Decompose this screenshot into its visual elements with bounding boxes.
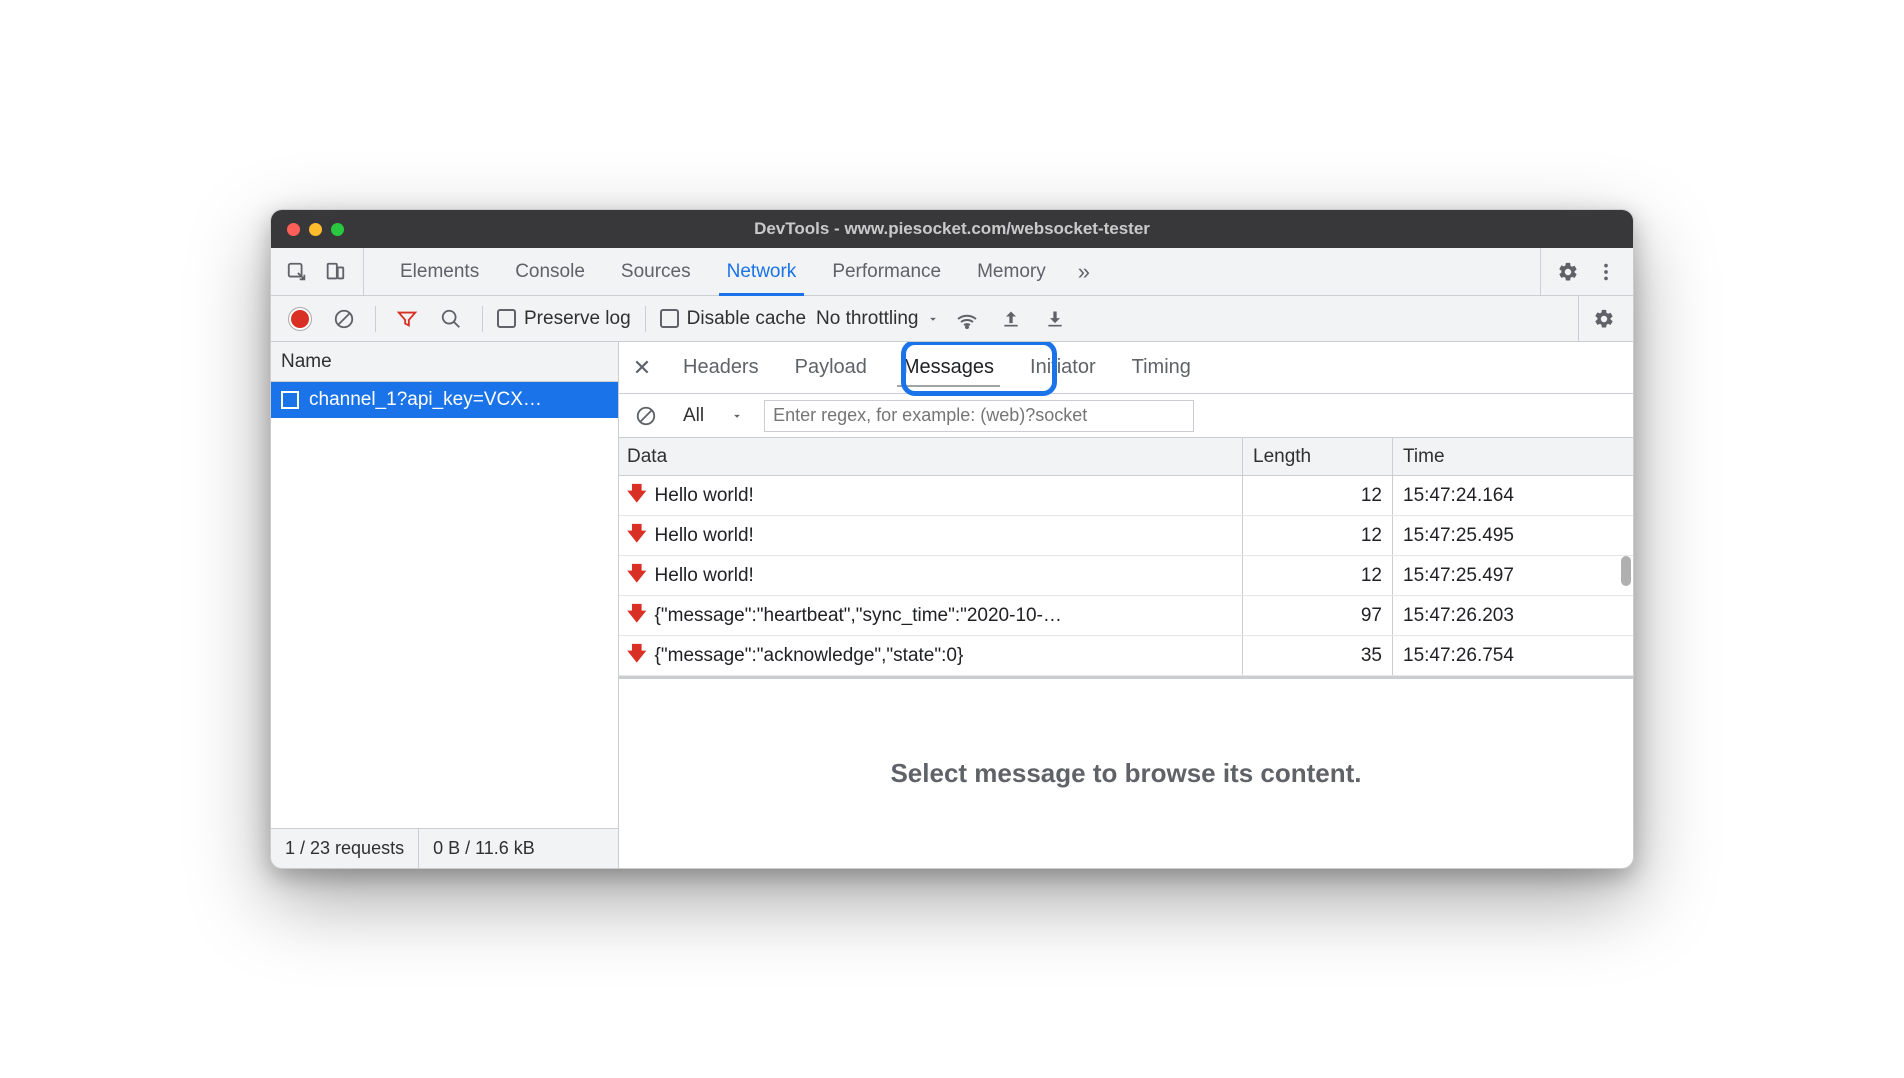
close-detail-button[interactable]: ✕ [625, 351, 659, 385]
message-length: 12 [1243, 556, 1393, 595]
arrow-down-icon: 🡇 [627, 640, 647, 672]
message-time: 15:47:25.497 [1393, 556, 1633, 595]
detail-tab-initiator[interactable]: Initiator [1012, 342, 1114, 393]
message-length: 12 [1243, 516, 1393, 555]
request-list-pane: Name channel_1?api_key=VCX… 1 / 23 reque… [271, 342, 619, 868]
tab-performance[interactable]: Performance [814, 248, 959, 295]
tab-network[interactable]: Network [709, 248, 815, 295]
traffic-lights [271, 223, 344, 236]
kebab-menu-icon[interactable] [1589, 255, 1623, 289]
body-split: Name channel_1?api_key=VCX… 1 / 23 reque… [271, 342, 1633, 868]
maximize-window-button[interactable] [331, 223, 344, 236]
chevron-down-icon [730, 409, 744, 423]
websocket-icon [281, 391, 299, 409]
clear-icon[interactable] [327, 302, 361, 336]
main-tabs-list: Elements Console Sources Network Perform… [382, 248, 1104, 295]
tab-sources[interactable]: Sources [603, 248, 709, 295]
message-row[interactable]: 🡇 Hello world! 1215:47:25.495 [619, 516, 1633, 556]
main-tabs: Elements Console Sources Network Perform… [271, 248, 1633, 296]
detail-tab-payload[interactable]: Payload [777, 342, 885, 393]
detail-pane: ✕ Headers Payload Messages Initiator Tim… [619, 342, 1633, 868]
clear-messages-icon[interactable] [629, 399, 663, 433]
message-data: {"message":"heartbeat","sync_time":"2020… [655, 605, 1062, 627]
message-length: 35 [1243, 636, 1393, 675]
inspect-element-icon[interactable] [281, 256, 313, 288]
window-title: DevTools - www.piesocket.com/websocket-t… [271, 219, 1633, 239]
messages-table: Data Length Time 🡇Hello world!1215:47:24… [619, 438, 1633, 676]
message-data: Hello world! [655, 565, 754, 587]
detail-tab-timing[interactable]: Timing [1114, 342, 1209, 393]
message-length: 12 [1243, 476, 1393, 515]
message-data: Hello world! [655, 485, 754, 507]
search-icon[interactable] [434, 302, 468, 336]
request-list-footer: 1 / 23 requests 0 B / 11.6 kB [271, 828, 618, 868]
record-button[interactable] [283, 302, 317, 336]
messages-table-header: Data Length Time [619, 438, 1633, 476]
arrow-down-icon: 🡇 [627, 600, 647, 632]
message-time: 15:47:24.164 [1393, 476, 1633, 515]
arrow-down-icon: 🡇 [627, 480, 647, 512]
minimize-window-button[interactable] [309, 223, 322, 236]
message-type-filter[interactable]: All [675, 405, 752, 427]
tab-memory[interactable]: Memory [959, 248, 1064, 295]
col-header-length[interactable]: Length [1243, 438, 1393, 475]
footer-request-count: 1 / 23 requests [271, 829, 419, 868]
detail-tabs: ✕ Headers Payload Messages Initiator Tim… [619, 342, 1633, 394]
message-row[interactable]: 🡇 Hello world! 1215:47:25.497 [619, 556, 1633, 596]
col-header-time[interactable]: Time [1393, 438, 1633, 475]
tab-console[interactable]: Console [497, 248, 603, 295]
arrow-down-icon: 🡇 [627, 560, 647, 592]
message-time: 15:47:25.495 [1393, 516, 1633, 555]
filter-icon[interactable] [390, 302, 424, 336]
request-row-selected[interactable]: channel_1?api_key=VCX… [271, 382, 618, 418]
download-har-icon[interactable] [1038, 302, 1072, 336]
devtools-window: DevTools - www.piesocket.com/websocket-t… [270, 209, 1634, 869]
messages-filter-row: All [619, 394, 1633, 438]
network-toolbar: Preserve log Disable cache No throttling [271, 296, 1633, 342]
col-header-data[interactable]: Data [619, 438, 1243, 475]
message-data: Hello world! [655, 525, 754, 547]
network-conditions-icon[interactable] [950, 302, 984, 336]
message-detail-placeholder: Select message to browse its content. [619, 676, 1633, 868]
filter-value: All [683, 405, 704, 427]
network-settings-icon[interactable] [1587, 302, 1621, 336]
tabs-overflow-button[interactable]: » [1064, 259, 1104, 285]
message-row[interactable]: 🡇 Hello world! 1215:47:24.164 [619, 476, 1633, 516]
throttling-select[interactable]: No throttling [816, 308, 940, 330]
titlebar: DevTools - www.piesocket.com/websocket-t… [271, 210, 1633, 248]
arrow-down-icon: 🡇 [627, 520, 647, 552]
settings-icon[interactable] [1551, 255, 1585, 289]
message-time: 15:47:26.754 [1393, 636, 1633, 675]
disable-cache-label: Disable cache [687, 308, 806, 330]
close-window-button[interactable] [287, 223, 300, 236]
upload-har-icon[interactable] [994, 302, 1028, 336]
regex-filter-input[interactable] [764, 400, 1194, 432]
disable-cache-checkbox[interactable]: Disable cache [660, 308, 806, 330]
message-row[interactable]: 🡇 {"message":"heartbeat","sync_time":"202… [619, 596, 1633, 636]
detail-tab-messages[interactable]: Messages [885, 342, 1012, 393]
detail-tab-headers[interactable]: Headers [665, 342, 777, 393]
request-list-header[interactable]: Name [271, 342, 618, 382]
throttling-value: No throttling [816, 308, 918, 330]
preserve-log-label: Preserve log [524, 308, 631, 330]
request-name: channel_1?api_key=VCX… [309, 389, 542, 411]
message-time: 15:47:26.203 [1393, 596, 1633, 635]
device-toolbar-icon[interactable] [319, 256, 351, 288]
scrollbar-thumb[interactable] [1621, 556, 1631, 586]
message-length: 97 [1243, 596, 1393, 635]
footer-bytes: 0 B / 11.6 kB [419, 829, 549, 868]
message-data: {"message":"acknowledge","state":0} [655, 645, 964, 667]
chevron-down-icon [926, 312, 940, 326]
message-row[interactable]: 🡇 {"message":"acknowledge","state":0} 3515… [619, 636, 1633, 676]
preserve-log-checkbox[interactable]: Preserve log [497, 308, 631, 330]
tab-elements[interactable]: Elements [382, 248, 497, 295]
